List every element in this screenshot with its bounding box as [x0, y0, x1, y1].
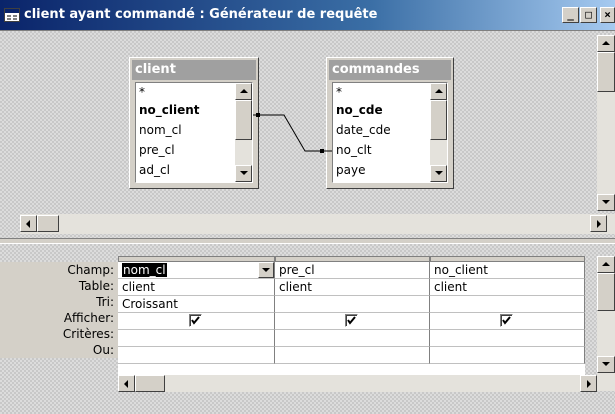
maximize-icon: □ [585, 8, 592, 21]
scroll-up-button[interactable] [597, 35, 615, 52]
scroll-down-icon [602, 362, 610, 366]
row-label-criteres: Critères: [62, 327, 114, 341]
pane-vertical-scrollbar[interactable] [597, 35, 615, 211]
checkmark-icon [502, 316, 511, 325]
scroll-left-icon [124, 380, 128, 388]
scroll-left-icon [26, 220, 30, 228]
scroll-left-button[interactable] [118, 375, 135, 392]
cell-criteres-1[interactable] [118, 330, 275, 347]
cell-champ-3[interactable]: no_client [430, 262, 585, 279]
title-bar[interactable]: client ayant commandé : Générateur de re… [0, 0, 615, 31]
close-button[interactable]: × [600, 7, 615, 23]
checkmark-icon [347, 316, 356, 325]
show-checkbox[interactable] [500, 314, 513, 327]
row-label-table: Table: [78, 279, 114, 293]
scroll-right-icon [597, 220, 601, 228]
maximize-button[interactable]: □ [580, 7, 597, 23]
cell-criteres-2[interactable] [275, 330, 430, 347]
window-title: client ayant commandé : Générateur de re… [24, 7, 378, 22]
pane-horizontal-scrollbar[interactable] [20, 214, 615, 234]
scroll-right-icon [587, 380, 591, 388]
query-window-icon[interactable] [4, 8, 20, 22]
cell-afficher-3[interactable] [430, 313, 585, 330]
cell-champ-1[interactable]: nom_cl [118, 262, 275, 279]
scroll-thumb[interactable] [597, 273, 615, 311]
minimize-icon: _ [567, 8, 574, 21]
cell-ou-3[interactable] [430, 347, 585, 364]
scroll-left-button[interactable] [20, 215, 37, 232]
show-checkbox[interactable] [345, 314, 358, 327]
join-line[interactable] [0, 31, 615, 238]
checkmark-icon [191, 316, 200, 325]
design-grid-pane: Champ: Table: Tri: Afficher: Critères: O… [0, 244, 615, 414]
scroll-right-button[interactable] [590, 215, 607, 232]
table-pane[interactable]: client * no_client nom_cl pre_cl ad_cl c… [0, 31, 615, 238]
field-dropdown-button[interactable] [258, 262, 274, 278]
row-label-ou: Ou: [92, 343, 114, 357]
row-labels: Champ: Table: Tri: Afficher: Critères: O… [0, 262, 118, 358]
cell-tri-2[interactable] [275, 296, 430, 313]
grid-vertical-scrollbar[interactable] [597, 256, 615, 391]
row-label-champ: Champ: [67, 263, 114, 277]
cell-ou-1[interactable] [118, 347, 275, 364]
scroll-down-button[interactable] [597, 356, 615, 373]
row-label-afficher: Afficher: [63, 311, 114, 325]
show-checkbox[interactable] [189, 314, 202, 327]
design-grid[interactable]: nom_cl pre_cl no_client client client cl… [118, 256, 585, 376]
chevron-down-icon [262, 268, 270, 272]
scroll-thumb[interactable] [597, 52, 615, 92]
close-icon: × [604, 8, 611, 21]
cell-table-1[interactable]: client [118, 279, 275, 296]
grid-horizontal-scrollbar[interactable] [118, 375, 597, 392]
cell-champ-2[interactable]: pre_cl [275, 262, 430, 279]
selected-field-text[interactable]: nom_cl [122, 263, 167, 277]
scroll-thumb[interactable] [135, 375, 165, 392]
cell-table-3[interactable]: client [430, 279, 585, 296]
scroll-thumb[interactable] [37, 215, 59, 232]
scroll-up-button[interactable] [597, 256, 615, 273]
cell-table-2[interactable]: client [275, 279, 430, 296]
cell-afficher-2[interactable] [275, 313, 430, 330]
scroll-up-icon [602, 262, 610, 266]
cell-afficher-1[interactable] [118, 313, 275, 330]
scroll-right-button[interactable] [580, 375, 597, 392]
query-designer-window: client ayant commandé : Générateur de re… [0, 0, 615, 414]
cell-tri-3[interactable] [430, 296, 585, 313]
minimize-button[interactable]: _ [562, 7, 579, 23]
cell-ou-2[interactable] [275, 347, 430, 364]
scroll-up-icon [602, 41, 610, 45]
scroll-down-button[interactable] [597, 194, 615, 211]
row-label-tri: Tri: [96, 295, 114, 309]
cell-criteres-3[interactable] [430, 330, 585, 347]
scroll-down-icon [602, 200, 610, 204]
cell-tri-1[interactable]: Croissant [118, 296, 275, 313]
